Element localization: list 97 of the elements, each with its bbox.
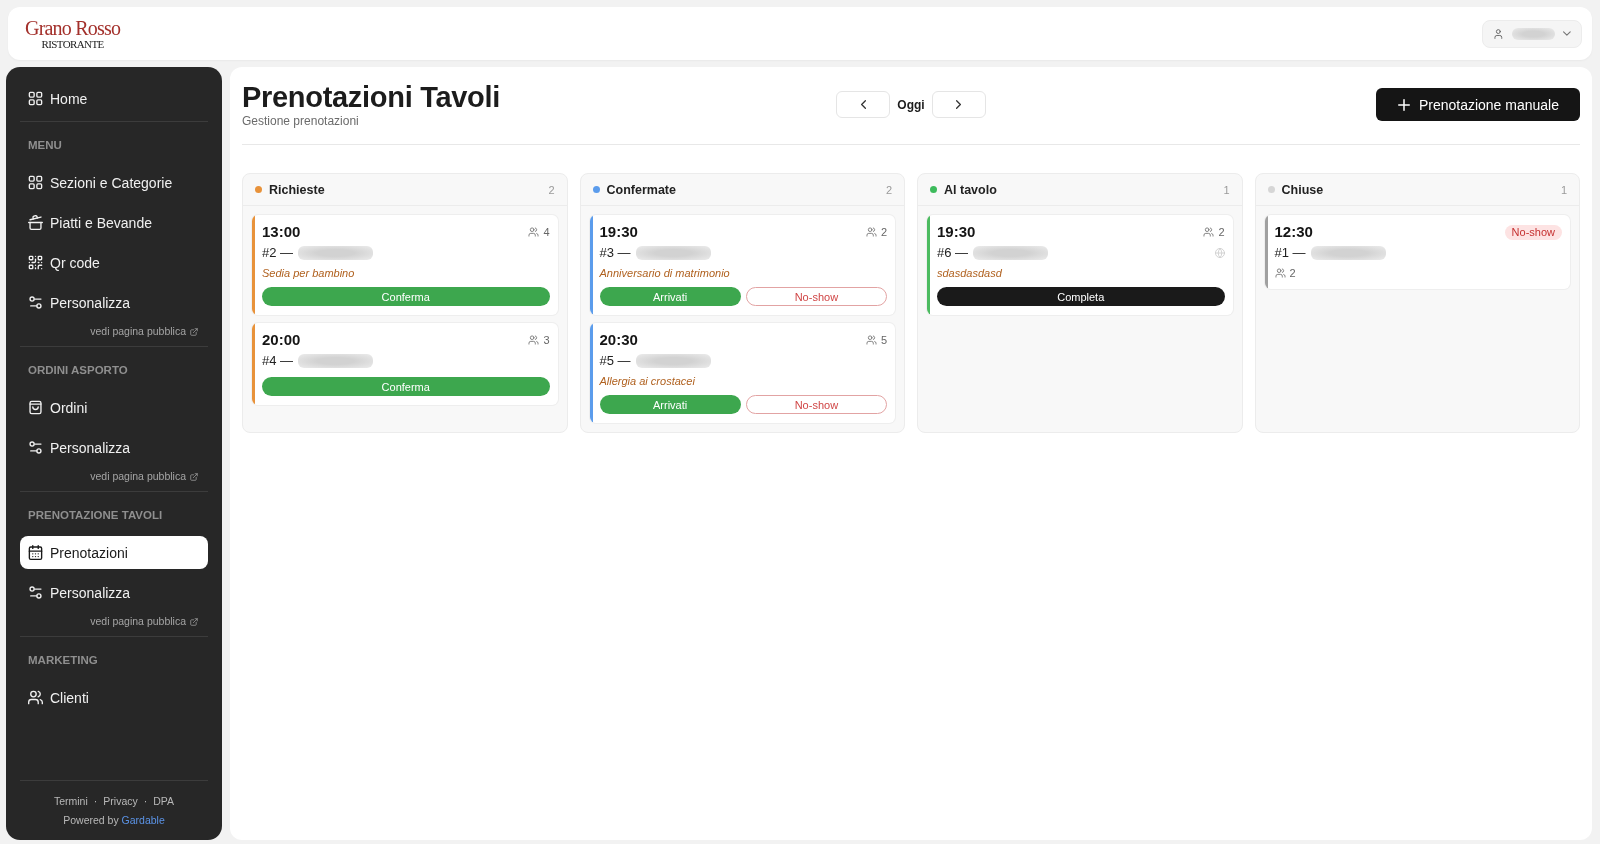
count-label: 1: [1223, 183, 1230, 196]
external-link-icon: [190, 327, 198, 336]
sidebar-item[interactable]: Personalizza: [20, 286, 208, 319]
time-label: 13:00: [262, 223, 301, 241]
public-page-link[interactable]: vedi pagina pubblica: [90, 470, 198, 483]
public-page-link[interactable]: vedi pagina pubblica: [90, 615, 198, 628]
grid-icon: [28, 175, 43, 190]
time-label: 20:00: [262, 331, 301, 349]
users-icon: [865, 335, 877, 345]
chevron-right-icon: [956, 100, 962, 109]
no-show-button[interactable]: No-show: [745, 395, 887, 414]
count-label: 2: [885, 183, 892, 196]
booking-number: #5 —: [599, 352, 631, 370]
sidebar-item[interactable]: Piatti e Bevande: [20, 206, 208, 239]
new-booking-button[interactable]: Prenotazione manuale: [1375, 88, 1580, 121]
separator: ·: [93, 794, 98, 808]
section-title: MARKETING: [27, 653, 98, 668]
users-icon: [528, 227, 540, 237]
users-icon: [865, 227, 877, 237]
logo-title: Grano Rosso: [25, 17, 121, 38]
column-title: Chiuse: [1281, 182, 1324, 197]
no-show-button[interactable]: No-show: [745, 287, 887, 306]
sliders-icon: [28, 295, 43, 310]
guest-count: 2: [880, 225, 887, 239]
plus-icon: [1397, 98, 1410, 111]
pot-icon: [28, 215, 43, 230]
count-label: 2: [548, 183, 555, 196]
section-title: MENU: [27, 138, 62, 153]
booking-card[interactable]: 20:00 3 #4 — Conferma: [252, 323, 558, 405]
sidebar-item[interactable]: Clienti: [20, 681, 208, 714]
booking-number: #2 —: [262, 244, 294, 262]
footer-link[interactable]: DPA: [153, 794, 175, 808]
guest-count: 4: [543, 225, 550, 239]
sidebar-item[interactable]: Sezioni e Categorie: [20, 166, 208, 199]
count-label: 1: [1560, 183, 1567, 196]
booking-note: Sedia per bambino: [262, 266, 355, 280]
page-title: Prenotazioni Tavoli: [242, 80, 501, 114]
guest-count: 2: [1289, 266, 1296, 280]
column-title: Al tavolo: [944, 182, 997, 197]
today-button[interactable]: Oggi: [897, 97, 925, 112]
calendar-icon: [28, 545, 43, 560]
booking-note: sdasdasdasd: [937, 266, 1002, 280]
time-label: 19:30: [599, 223, 638, 241]
user-menu-button[interactable]: [1482, 19, 1582, 48]
booking-card[interactable]: 20:30 5 #5 — Allergia ai crostacei Arrivati No-show: [589, 323, 895, 423]
status-badge: No-show: [1504, 224, 1562, 240]
qr-code-icon: [28, 255, 43, 270]
sliders-icon: [28, 440, 43, 455]
footer-link[interactable]: Termini: [53, 794, 88, 808]
page-subtitle: Gestione prenotazioni: [242, 114, 359, 129]
footer-link[interactable]: Privacy: [103, 794, 138, 808]
external-link-icon: [190, 617, 198, 626]
users-icon: [1274, 268, 1286, 278]
time-label: 12:30: [1274, 223, 1313, 241]
separator: ·: [143, 794, 148, 808]
booking-card[interactable]: 13:00 4 #2 — Sedia per bambino Conferma: [252, 215, 558, 315]
sidebar-item[interactable]: Qr code: [20, 246, 208, 279]
time-label: 19:30: [937, 223, 976, 241]
next-day-button[interactable]: [931, 91, 986, 118]
previous-day-button[interactable]: [836, 91, 891, 118]
booking-card[interactable]: 19:30 2 #6 — sdasdasdasd Completa: [927, 215, 1233, 315]
users-icon: [1203, 227, 1215, 237]
section-title: ORDINI ASPORTO: [27, 363, 128, 378]
booking-number: #3 —: [599, 244, 631, 262]
logo-subtitle: RISTORANTE: [41, 37, 104, 50]
grid-icon: [28, 91, 43, 106]
sidebar-item[interactable]: Home: [20, 82, 208, 115]
time-label: 20:30: [599, 331, 638, 349]
guest-count: 5: [880, 333, 887, 347]
sidebar-item[interactable]: Ordini: [20, 391, 208, 424]
users-icon: [28, 690, 43, 705]
powered-by-text: Powered by Gardable: [63, 813, 165, 827]
external-link-icon: [190, 472, 198, 481]
sliders-icon: [28, 585, 43, 600]
guest-count: 2: [1218, 225, 1225, 239]
booking-card[interactable]: 19:30 2 #3 — Anniversario di matrimonio Arrivati No-show: [589, 215, 895, 315]
sidebar-item[interactable]: Prenotazioni: [20, 536, 208, 569]
booking-number: #6 —: [937, 244, 969, 262]
user-icon: [1493, 27, 1504, 40]
booking-note: Anniversario di matrimonio: [599, 266, 730, 280]
section-title: PRENOTAZIONE TAVOLI: [27, 508, 163, 523]
sidebar-item[interactable]: Personalizza: [20, 576, 208, 609]
sidebar-item[interactable]: Personalizza: [20, 431, 208, 464]
chevron-down-icon: [1563, 31, 1571, 36]
public-page-link[interactable]: vedi pagina pubblica: [90, 325, 198, 338]
chevron-left-icon: [860, 100, 866, 109]
guest-count: 3: [543, 333, 550, 347]
users-icon: [528, 335, 540, 345]
booking-note: Allergia ai crostacei: [599, 374, 695, 388]
column-title: Richieste: [269, 182, 325, 197]
complete-button[interactable]: Completa: [937, 287, 1225, 306]
booking-number: #4 —: [262, 352, 294, 370]
brand-link[interactable]: Gardable: [121, 814, 165, 826]
booking-number: #1 —: [1274, 244, 1306, 262]
column-title: Confermate: [606, 182, 676, 197]
bag-icon: [28, 400, 43, 415]
booking-card[interactable]: 12:30 No-show #1 — 2: [1264, 215, 1570, 289]
